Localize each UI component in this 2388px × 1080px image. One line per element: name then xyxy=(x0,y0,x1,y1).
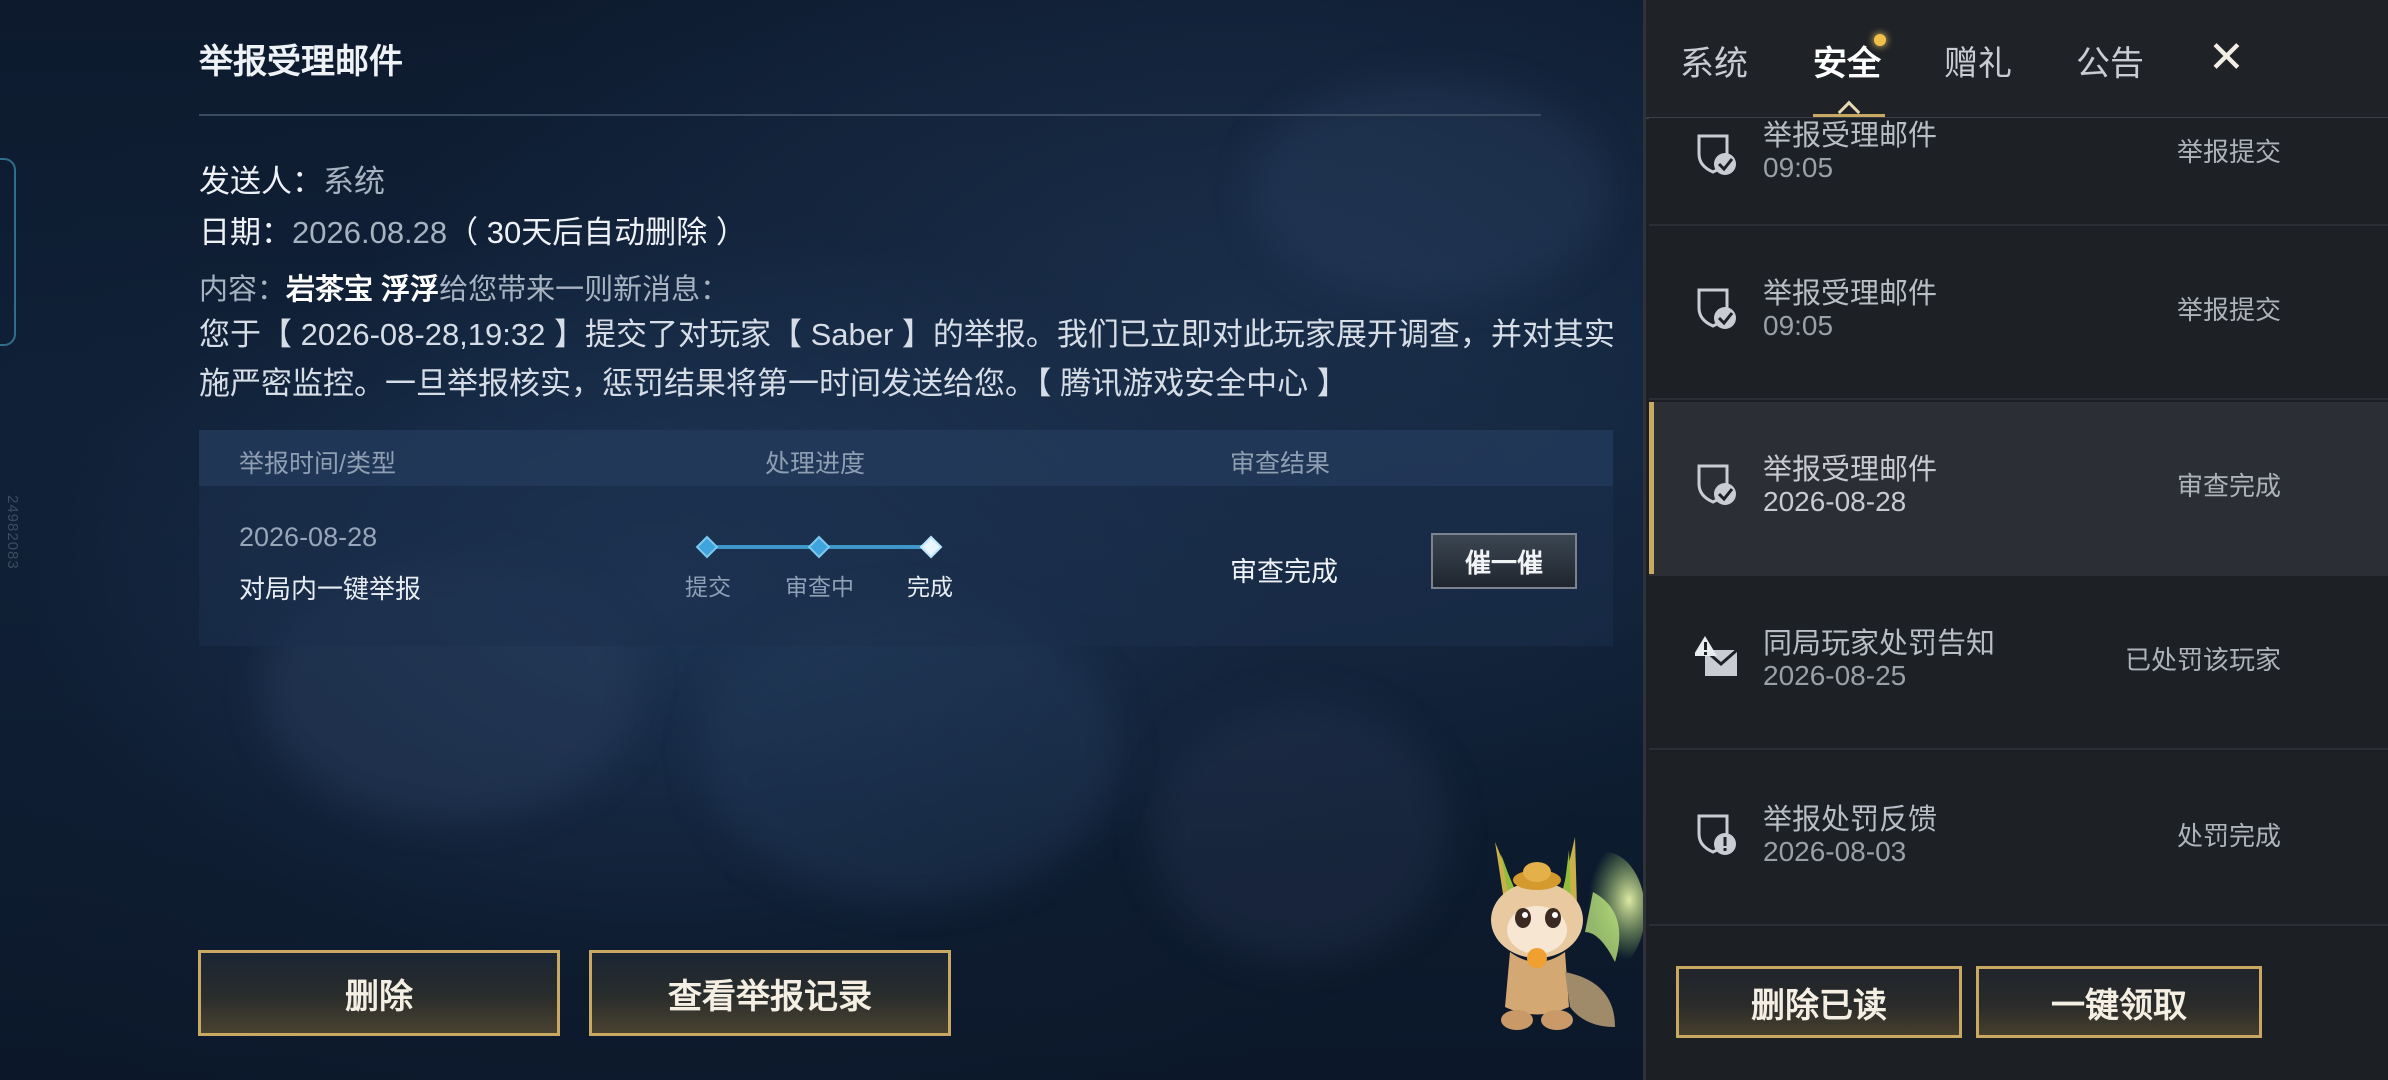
progress-step-dot xyxy=(807,535,831,559)
header-result: 审查结果 xyxy=(1230,450,1331,478)
mail-list-item[interactable]: 举报受理邮件 2026-08-28 审查完成 xyxy=(1649,402,2388,576)
sender-value: 系统 xyxy=(323,164,385,199)
title-divider xyxy=(199,114,1541,116)
mail-item-date: 2026-08-28 xyxy=(1763,486,1907,517)
mail-list-item[interactable]: 同局玩家处罚告知 2026-08-25 已处罚该玩家 xyxy=(1649,576,2388,750)
mail-item-status: 审查完成 xyxy=(2176,471,2281,501)
date-label: 日期： xyxy=(199,215,292,250)
table-header: 举报时间/类型 处理进度 审查结果 xyxy=(199,430,1613,486)
content-row: 内容：岩茶宝 浮浮给您带来一则新消息： xyxy=(199,266,729,308)
selected-indicator xyxy=(1649,402,1654,574)
mail-item-status: 已处罚该玩家 xyxy=(2124,645,2281,675)
mail-detail-panel: 举报受理邮件 发送人：系统 日期：2026.08.28（ 30天后自动删除 ） … xyxy=(0,0,1645,1080)
mail-item-name: 举报受理邮件 xyxy=(1763,120,1938,152)
progress-step-dot xyxy=(919,535,943,559)
new-notice-dot xyxy=(1874,34,1886,46)
mail-list-item[interactable]: 举报受理邮件 09:05 举报提交 xyxy=(1649,226,2388,400)
report-table: 举报时间/类型 处理进度 审查结果 2026-08-28 对局内一键举报 提交 … xyxy=(199,430,1613,646)
mail-title: 举报受理邮件 xyxy=(199,43,403,81)
urge-button[interactable]: 催一催 xyxy=(1431,533,1577,589)
shield-check-icon xyxy=(1695,286,1739,332)
mail-item-status: 举报提交 xyxy=(2176,295,2281,325)
mail-body: 您于【 2026-08-28,19:32 】提交了对玩家【 Saber 】的举报… xyxy=(199,317,1615,401)
claim-all-button[interactable]: 一键领取 xyxy=(1976,966,2262,1038)
delete-button[interactable]: 删除 xyxy=(198,950,560,1036)
progress-label-submit: 提交 xyxy=(685,574,731,600)
tab-security[interactable]: 安全 xyxy=(1813,36,1881,85)
alert-envelope-icon xyxy=(1693,636,1739,682)
view-report-records-button[interactable]: 查看举报记录 xyxy=(589,950,951,1036)
progress-label-review: 审查中 xyxy=(785,574,854,600)
content-sender-name: 岩茶宝 浮浮 xyxy=(286,274,440,306)
delete-read-button[interactable]: 删除已读 xyxy=(1676,966,1962,1038)
shield-check-icon xyxy=(1695,132,1739,178)
mail-item-name: 同局玩家处罚告知 xyxy=(1763,628,1996,660)
review-result: 审查完成 xyxy=(1230,557,1338,587)
close-icon[interactable]: ✕ xyxy=(2208,32,2245,83)
mail-list-panel: 系统 安全 赠礼 公告 ✕ 举报受理邮件 09:05 举报提交 举报受理邮件 09:05… xyxy=(1643,0,2388,1080)
tab-announcements[interactable]: 公告 xyxy=(2076,36,2144,85)
sender-label: 发送人： xyxy=(199,164,323,199)
header-progress: 处理进度 xyxy=(765,450,866,478)
mail-item-date: 09:05 xyxy=(1763,152,1834,183)
mail-item-status: 处罚完成 xyxy=(2176,821,2281,851)
header-time-type: 举报时间/类型 xyxy=(239,450,396,478)
mail-list-item[interactable]: 举报处罚反馈 2026-08-03 处罚完成 xyxy=(1649,752,2388,926)
mail-item-name: 举报受理邮件 xyxy=(1763,454,1938,486)
mail-item-status: 举报提交 xyxy=(2176,137,2281,167)
content-label: 内容： xyxy=(199,274,287,306)
content-intro: 给您带来一则新消息： xyxy=(439,274,730,306)
report-type: 对局内一键举报 xyxy=(239,574,422,604)
shield-alert-icon xyxy=(1695,812,1739,858)
mail-item-name: 举报受理邮件 xyxy=(1763,278,1938,310)
mail-item-name: 举报处罚反馈 xyxy=(1763,804,1938,836)
tab-system[interactable]: 系统 xyxy=(1680,36,1748,85)
mail-item-date: 2026-08-25 xyxy=(1763,660,1907,691)
mail-item-date: 09:05 xyxy=(1763,310,1834,341)
progress-step-dot xyxy=(695,535,719,559)
mascot-image xyxy=(1491,837,1645,1030)
mail-list-item[interactable]: 举报受理邮件 09:05 举报提交 xyxy=(1649,118,2388,226)
shield-check-icon xyxy=(1695,462,1739,508)
sender-row: 发送人：系统 xyxy=(199,156,385,201)
report-date: 2026-08-28 xyxy=(239,522,378,552)
date-row: 日期：2026.08.28（ 30天后自动删除 ） xyxy=(199,207,747,252)
date-value: 2026.08.28 xyxy=(292,215,448,250)
date-note: （ 30天后自动删除 ） xyxy=(447,215,747,250)
tab-bar: 系统 安全 赠礼 公告 ✕ xyxy=(1646,0,2388,124)
tab-gifts[interactable]: 赠礼 xyxy=(1944,36,2012,85)
progress-label-done: 完成 xyxy=(907,574,953,600)
mail-item-date: 2026-08-03 xyxy=(1763,836,1907,867)
